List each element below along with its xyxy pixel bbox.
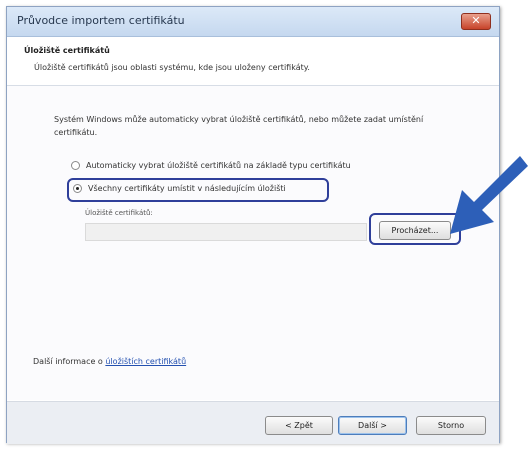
store-field-label: Úložiště certifikátů: bbox=[85, 209, 153, 217]
radio-option-manual[interactable]: Všechny certifikáty umístit v následujíc… bbox=[73, 184, 286, 193]
wizard-header: Úložiště certifikátů Úložiště certifikát… bbox=[7, 37, 499, 86]
next-button[interactable]: Další > bbox=[338, 416, 407, 435]
cancel-button[interactable]: Storno bbox=[416, 416, 486, 435]
radio-label: Všechny certifikáty umístit v následujíc… bbox=[88, 184, 286, 193]
title-bar: Průvodce importem certifikátu ✕ bbox=[7, 7, 499, 37]
back-button[interactable]: < Zpět bbox=[265, 416, 333, 435]
radio-option-automatic[interactable]: Automaticky vybrat úložiště certifikátů … bbox=[71, 161, 351, 170]
more-info-prefix: Další informace o bbox=[33, 357, 106, 366]
store-input[interactable] bbox=[85, 223, 367, 241]
window-title: Průvodce importem certifikátu bbox=[17, 14, 185, 27]
pointer-arrow-icon bbox=[450, 156, 528, 234]
wizard-footer: < Zpět Další > Storno bbox=[7, 401, 499, 444]
intro-text: Systém Windows může automaticky vybrat ú… bbox=[54, 115, 424, 137]
radio-button[interactable] bbox=[71, 161, 80, 170]
wizard-body: Systém Windows může automaticky vybrat ú… bbox=[7, 86, 499, 400]
page-description: Úložiště certifikátů jsou oblasti systém… bbox=[34, 63, 310, 72]
import-wizard-window: Průvodce importem certifikátu ✕ Úložiště… bbox=[6, 6, 500, 444]
close-icon[interactable]: ✕ bbox=[461, 13, 491, 30]
radio-button-selected[interactable] bbox=[73, 184, 82, 193]
browse-button[interactable]: Procházet... bbox=[379, 221, 451, 240]
radio-label: Automaticky vybrat úložiště certifikátů … bbox=[86, 161, 351, 170]
more-info-text: Další informace o úložištích certifikátů bbox=[33, 357, 186, 366]
page-title: Úložiště certifikátů bbox=[24, 46, 110, 55]
more-info-link[interactable]: úložištích certifikátů bbox=[105, 357, 186, 366]
